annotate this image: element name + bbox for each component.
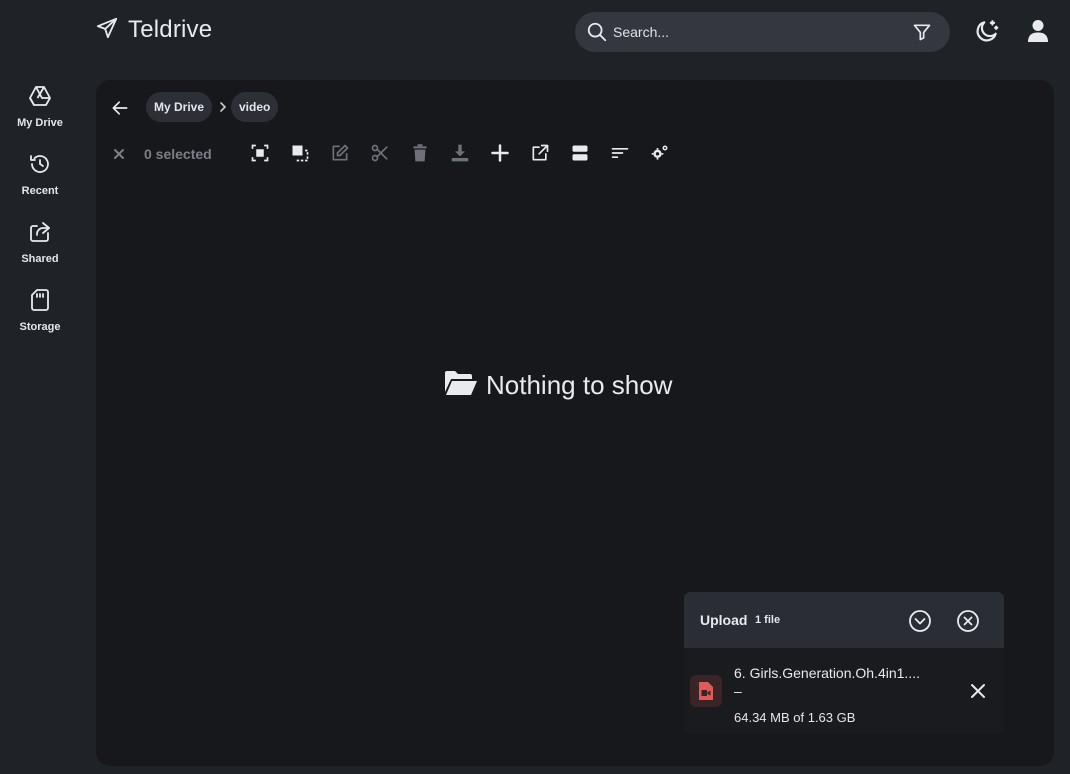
- search-icon: [586, 21, 608, 48]
- sidebar-item-label: Storage: [19, 321, 61, 333]
- drive-icon: [28, 84, 52, 113]
- sidebar-item-label: My Drive: [17, 117, 63, 129]
- filter-icon[interactable]: [912, 22, 932, 47]
- upload-panel: Upload 1 file 6. Girls.Generation.Oh.4in…: [684, 592, 1004, 734]
- clear-selection-icon[interactable]: [112, 147, 126, 166]
- top-bar: Teldrive: [0, 0, 1070, 64]
- theme-toggle-icon[interactable]: [974, 18, 1000, 49]
- selection-count: 0 selected: [144, 146, 212, 162]
- search-input[interactable]: [613, 12, 903, 52]
- upload-progress-text: 64.34 MB of 1.63 GB: [734, 710, 856, 725]
- copy-icon[interactable]: [290, 143, 310, 168]
- settings-icon[interactable]: [650, 143, 670, 168]
- upload-title: Upload: [700, 612, 748, 628]
- sd-card-icon: [28, 288, 52, 317]
- app-title: Teldrive: [128, 16, 213, 43]
- sidebar-item-recent[interactable]: Recent: [0, 152, 80, 212]
- breadcrumb-item-my-drive[interactable]: My Drive: [146, 92, 213, 122]
- select-all-icon[interactable]: [250, 143, 270, 168]
- brand[interactable]: Teldrive: [96, 16, 212, 44]
- sidebar-item-shared[interactable]: Shared: [0, 220, 80, 280]
- rename-icon[interactable]: [330, 143, 350, 168]
- close-icon[interactable]: [970, 683, 986, 704]
- add-icon[interactable]: [490, 143, 510, 168]
- send-icon: [96, 17, 118, 44]
- search-bar: [575, 12, 950, 52]
- account-icon[interactable]: [1027, 19, 1049, 48]
- sidebar-item-my-drive[interactable]: My Drive: [0, 84, 80, 144]
- sidebar-item-storage[interactable]: Storage: [0, 288, 80, 348]
- sort-icon[interactable]: [610, 143, 630, 168]
- delete-icon[interactable]: [410, 143, 430, 168]
- sidebar-item-label: Recent: [21, 185, 59, 197]
- chevron-right-icon: [218, 100, 228, 119]
- upload-count: 1 file: [755, 614, 781, 626]
- collapse-icon[interactable]: [908, 609, 932, 638]
- view-toggle-icon[interactable]: [570, 143, 590, 168]
- close-circle-icon[interactable]: [956, 609, 980, 638]
- upload-item: 6. Girls.Generation.Oh.4in1.... – 64.34 …: [684, 648, 1004, 734]
- breadcrumb-item-video[interactable]: video: [231, 92, 279, 122]
- sidebar-item-label: Shared: [21, 253, 59, 265]
- video-file-icon: [690, 675, 722, 707]
- share-icon: [28, 220, 52, 249]
- cut-icon[interactable]: [370, 143, 390, 168]
- back-arrow-icon[interactable]: [110, 98, 130, 123]
- open-external-icon[interactable]: [530, 143, 550, 168]
- history-icon: [28, 152, 52, 181]
- upload-header: Upload 1 file: [684, 592, 1004, 648]
- folder-open-icon: [444, 370, 478, 401]
- upload-file-name: 6. Girls.Generation.Oh.4in1.... –: [734, 665, 920, 699]
- empty-state: Nothing to show: [444, 370, 672, 401]
- download-icon[interactable]: [450, 143, 470, 168]
- empty-state-text: Nothing to show: [486, 370, 673, 400]
